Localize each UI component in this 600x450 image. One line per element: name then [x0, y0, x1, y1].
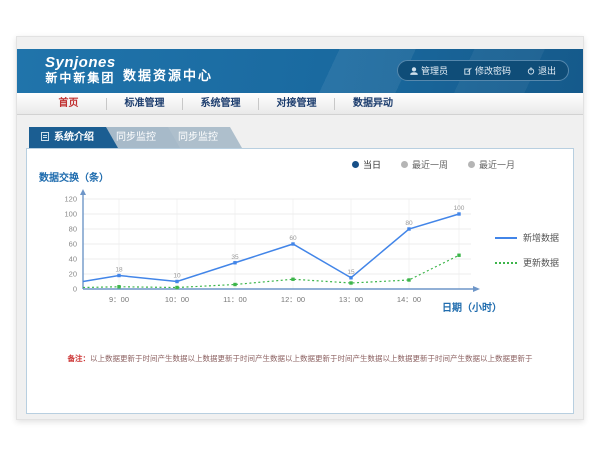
- line-chart: 0 20 40 60 80 100 120 9：00 10：00 11：00 12：00 13：00 1…: [33, 189, 503, 314]
- footnote-label: 备注：: [68, 354, 91, 363]
- radio-dot-icon: [468, 161, 475, 168]
- user-icon: [410, 67, 418, 75]
- user-toolbar: 管理员 修改密码 退出: [397, 60, 569, 81]
- svg-text:120: 120: [64, 195, 77, 204]
- user-account-button[interactable]: 管理员: [410, 64, 448, 77]
- nav-item-data-change[interactable]: 数据异动: [335, 98, 411, 110]
- svg-text:80: 80: [69, 225, 77, 234]
- radio-label: 最近一周: [412, 158, 448, 171]
- tab-label: 同步监控: [178, 132, 218, 143]
- date-range-radio-group: 当日 最近一周 最近一月: [352, 158, 515, 171]
- chart-y-axis-title: 数据交换（条）: [39, 169, 109, 184]
- main-nav: 首页 标准管理 系统管理 对接管理 数据异动: [17, 93, 583, 115]
- tab-label: 同步监控: [116, 132, 156, 143]
- page-title: 数据资源中心: [123, 65, 213, 84]
- dotted-line-swatch: [495, 262, 517, 264]
- logout-button[interactable]: 退出: [527, 64, 556, 77]
- legend-label: 新增数据: [523, 231, 559, 244]
- tab-label: 系统介绍: [54, 132, 94, 143]
- svg-text:40: 40: [69, 255, 77, 264]
- chart-legend: 新增数据 更新数据: [495, 231, 559, 269]
- footnote: 备注：以上数据更新于时间产生数据以上数据更新于时间产生数据以上数据更新于时间产生…: [27, 353, 573, 364]
- svg-text:15: 15: [347, 269, 355, 276]
- radio-last-week[interactable]: 最近一周: [401, 158, 448, 171]
- solid-line-swatch: [495, 237, 517, 239]
- radio-label: 当日: [363, 158, 381, 171]
- svg-text:13：00: 13：00: [339, 295, 363, 304]
- svg-text:100: 100: [454, 205, 465, 212]
- svg-text:80: 80: [405, 220, 413, 227]
- edit-icon: [464, 67, 472, 75]
- svg-text:60: 60: [289, 235, 297, 242]
- nav-item-system-mgmt[interactable]: 系统管理: [183, 98, 259, 110]
- radio-dot-icon: [352, 161, 359, 168]
- company-logo: Synjones 新中新集团: [45, 54, 116, 86]
- content-panel: 当日 最近一周 最近一月 数据交换（条） 0 20 40 60 80 100 120 9：00…: [26, 148, 574, 414]
- tab-system-intro[interactable]: 系统介绍: [29, 127, 118, 148]
- svg-text:10: 10: [173, 273, 181, 280]
- svg-text:60: 60: [69, 240, 77, 249]
- svg-text:11：00: 11：00: [223, 295, 247, 304]
- power-icon: [527, 67, 535, 75]
- logout-label: 退出: [538, 64, 556, 77]
- svg-text:9：00: 9：00: [109, 295, 129, 304]
- logo-brand-text: Synjones: [45, 54, 116, 71]
- nav-item-integration-mgmt[interactable]: 对接管理: [259, 98, 335, 110]
- radio-label: 最近一月: [479, 158, 515, 171]
- logo-company-text: 新中新集团: [45, 71, 116, 86]
- radio-last-month[interactable]: 最近一月: [468, 158, 515, 171]
- app-window: Synjones 新中新集团 数据资源中心 管理员 修改密码 退出 首页 标准管…: [16, 36, 584, 420]
- svg-text:14：00: 14：00: [397, 295, 421, 304]
- nav-item-standard-mgmt[interactable]: 标准管理: [107, 98, 183, 110]
- tab-bar: 系统介绍 同步监控 同步监控: [29, 127, 228, 148]
- svg-text:20: 20: [69, 270, 77, 279]
- user-name-label: 管理员: [421, 64, 448, 77]
- change-password-label: 修改密码: [475, 64, 511, 77]
- change-password-button[interactable]: 修改密码: [464, 64, 511, 77]
- legend-label: 更新数据: [523, 256, 559, 269]
- svg-text:10：00: 10：00: [165, 295, 189, 304]
- svg-text:35: 35: [231, 254, 239, 261]
- svg-text:12：00: 12：00: [281, 295, 305, 304]
- chart-x-axis-title: 日期（小时）: [442, 299, 502, 314]
- legend-item-new-data[interactable]: 新增数据: [495, 231, 559, 244]
- document-icon: [41, 132, 49, 141]
- legend-item-updated-data[interactable]: 更新数据: [495, 256, 559, 269]
- svg-text:0: 0: [73, 285, 77, 294]
- radio-today[interactable]: 当日: [352, 158, 381, 171]
- radio-dot-icon: [401, 161, 408, 168]
- app-header: Synjones 新中新集团 数据资源中心 管理员 修改密码 退出: [17, 49, 583, 93]
- nav-item-home[interactable]: 首页: [31, 98, 107, 110]
- svg-text:18: 18: [115, 267, 123, 274]
- footnote-text: 以上数据更新于时间产生数据以上数据更新于时间产生数据以上数据更新于时间产生数据以…: [90, 354, 533, 363]
- svg-text:100: 100: [64, 210, 77, 219]
